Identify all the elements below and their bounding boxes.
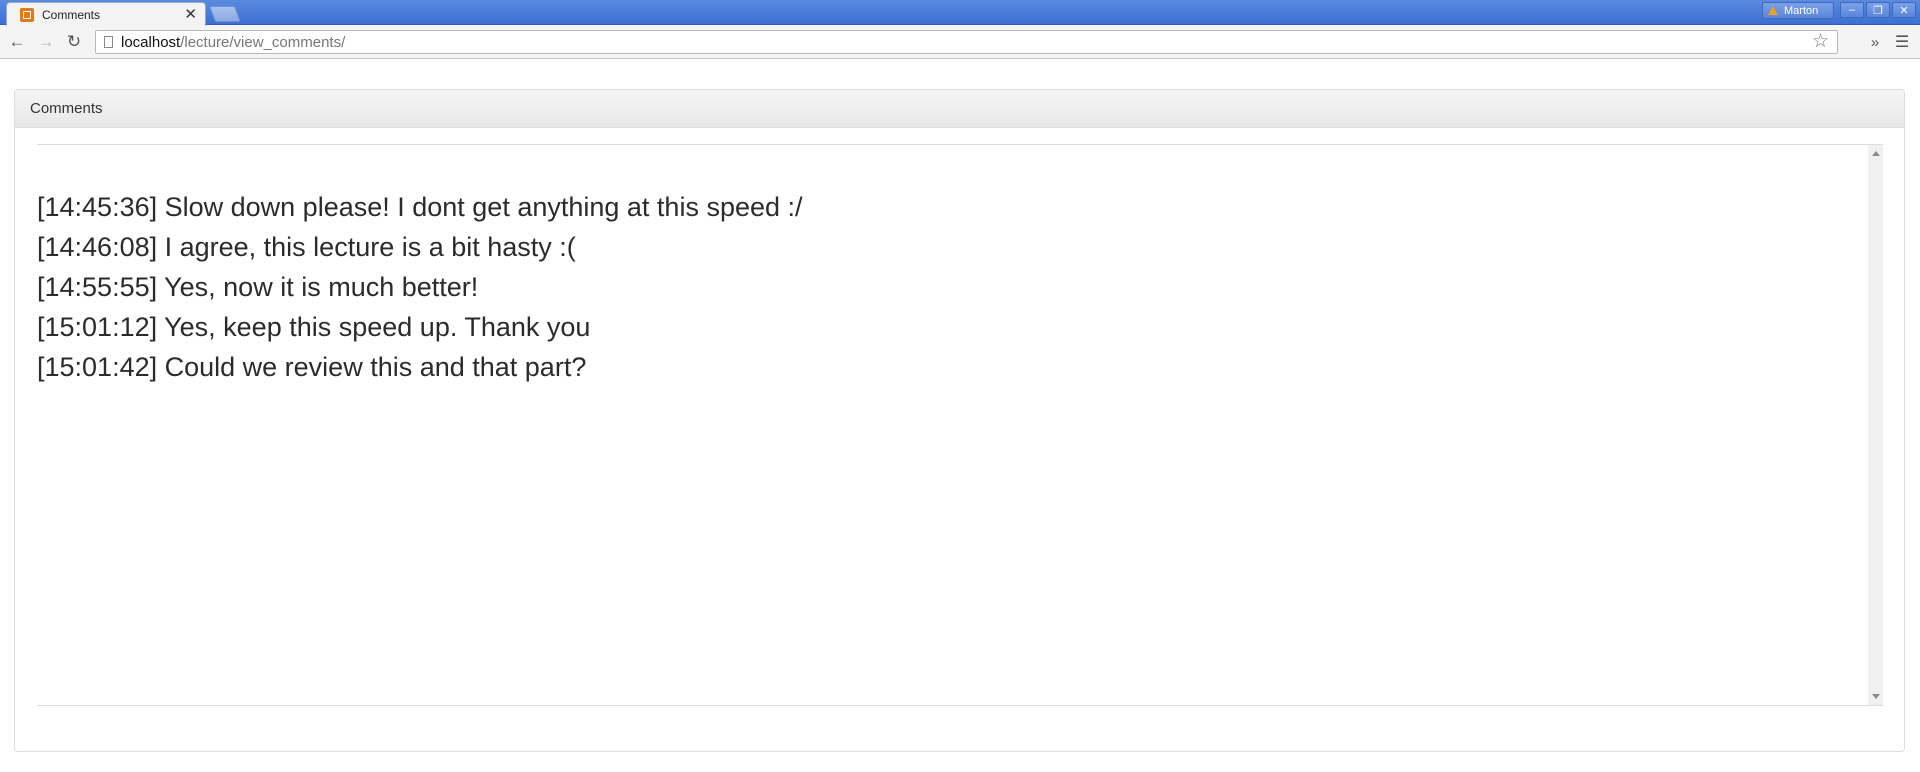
comment-item: [14:55:55] Yes, now it is much better! <box>37 272 479 302</box>
tab-comments[interactable]: Comments ✕ <box>6 2 206 26</box>
vertical-scrollbar[interactable] <box>1868 145 1883 705</box>
comment-item: [15:01:42] Could we review this and that… <box>37 352 587 382</box>
restore-button[interactable]: ❐ <box>1866 2 1890 18</box>
page-icon <box>104 36 113 48</box>
address-bar[interactable]: localhost/lecture/view_comments/ ☆ <box>95 30 1838 54</box>
scroll-up-icon[interactable] <box>1872 151 1880 156</box>
profile-button[interactable]: Marton <box>1762 2 1834 19</box>
comment-item: [15:01:12] Yes, keep this speed up. Than… <box>37 312 591 342</box>
forward-icon[interactable]: → <box>35 31 57 53</box>
comment-item: [14:45:36] Slow down please! I dont get … <box>37 192 803 222</box>
menu-icon[interactable]: ☰ <box>1891 31 1913 53</box>
new-tab-button[interactable] <box>209 6 241 22</box>
scroll-down-icon[interactable] <box>1872 694 1880 699</box>
comments-list: [14:45:36] Slow down please! I dont get … <box>37 187 803 387</box>
tab-strip: Comments ✕ Marton – ❐ ✕ <box>0 0 1920 26</box>
tab-title: Comments <box>42 7 101 22</box>
extensions-overflow-icon[interactable]: » <box>1864 31 1886 53</box>
browser-toolbar: ← → ↻ localhost/lecture/view_comments/ ☆… <box>0 26 1920 59</box>
close-window-button[interactable]: ✕ <box>1892 2 1916 18</box>
reload-icon[interactable]: ↻ <box>63 31 85 53</box>
bookmark-star-icon[interactable]: ☆ <box>1812 31 1829 53</box>
comments-box[interactable]: [14:45:36] Slow down please! I dont get … <box>37 144 1883 706</box>
url-path: /lecture/view_comments/ <box>180 33 346 51</box>
panel-heading: Comments <box>15 90 1904 128</box>
profile-name: Marton <box>1784 4 1819 17</box>
back-icon[interactable]: ← <box>6 31 28 53</box>
url-host: localhost <box>121 33 181 51</box>
xampp-icon <box>20 7 34 22</box>
comment-item: [14:46:08] I agree, this lecture is a bi… <box>37 232 576 262</box>
minimize-button[interactable]: – <box>1840 2 1864 18</box>
warning-icon <box>1768 6 1778 15</box>
tab-close-icon[interactable]: ✕ <box>184 7 197 22</box>
comments-panel: Comments [14:45:36] Slow down please! I … <box>14 89 1905 752</box>
